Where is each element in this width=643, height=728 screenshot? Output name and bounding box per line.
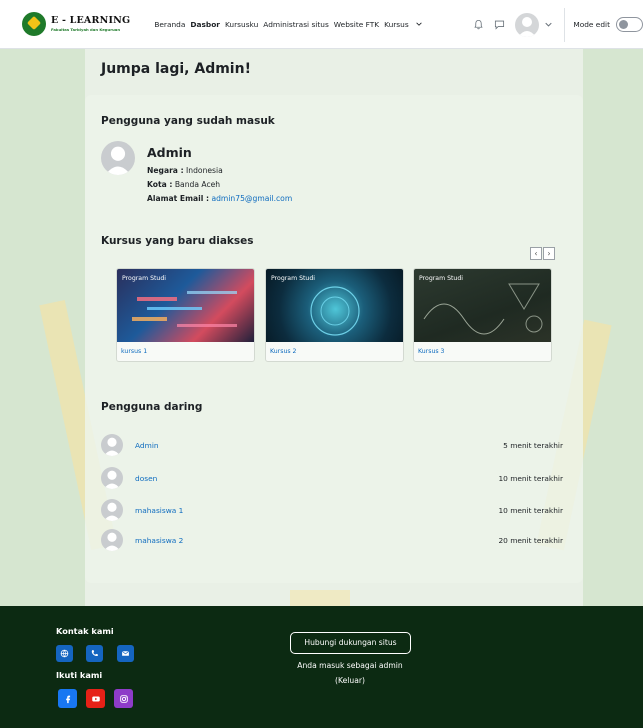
site-logo[interactable]: E - LEARNING Fakultas Tarbiyah dan Kegur… <box>22 12 130 36</box>
logged-in-user-name[interactable]: Admin <box>147 145 192 160</box>
nav-website-ftk[interactable]: Website FTK <box>334 20 379 29</box>
top-navbar: E - LEARNING Fakultas Tarbiyah dan Kegur… <box>0 0 643 49</box>
navbar-divider <box>564 7 566 42</box>
list-item: mahasiswa 2 20 menit terakhir <box>101 529 563 551</box>
carousel-prev-button[interactable]: ‹ <box>530 247 542 260</box>
user-avatar[interactable] <box>101 434 123 456</box>
city-label: Kota : <box>147 180 173 189</box>
course-card[interactable]: Program Studi kursus 1 <box>116 268 255 362</box>
email-button[interactable] <box>117 645 134 662</box>
list-item: dosen 10 menit terakhir <box>101 467 563 489</box>
facebook-button[interactable] <box>58 689 77 708</box>
city-value: Banda Aceh <box>174 180 221 189</box>
facebook-icon <box>65 695 70 703</box>
contact-support-button[interactable]: Hubungi dukungan situs <box>290 632 411 654</box>
last-access-time: 10 menit terakhir <box>498 505 563 515</box>
online-users-title: Pengguna daring <box>101 401 203 413</box>
user-avatar[interactable] <box>101 499 123 521</box>
course-name[interactable]: Kursus 3 <box>418 348 445 355</box>
youtube-icon <box>91 696 100 701</box>
primary-nav: Beranda Dasbor Kursusku Administrasi sit… <box>154 20 427 29</box>
nav-kursus-label: Kursus <box>384 19 409 29</box>
online-user-name[interactable]: dosen <box>135 474 157 483</box>
course-carousel-controls: ‹ › <box>530 247 555 260</box>
envelope-icon <box>121 650 130 656</box>
country-value: Indonesia <box>186 166 223 175</box>
user-avatar[interactable] <box>515 12 540 37</box>
logo-emblem-icon <box>22 12 46 36</box>
course-category: Program Studi <box>122 275 166 282</box>
admin-avatar[interactable] <box>101 141 135 175</box>
course-card[interactable]: Program Studi Kursus 3 <box>413 268 552 362</box>
carousel-next-button[interactable]: › <box>543 247 555 260</box>
follow-title: Ikuti kami <box>56 670 103 680</box>
email-link[interactable]: admin75@gmail.com <box>211 194 292 203</box>
logged-in-as-text: Anda masuk sebagai admin <box>297 661 403 670</box>
page-title: Jumpa lagi, Admin! <box>101 61 251 77</box>
country-label: Negara : <box>147 166 184 175</box>
nav-kursusku[interactable]: Kursusku <box>225 20 258 29</box>
phone-button[interactable] <box>86 645 103 662</box>
course-name[interactable]: kursus 1 <box>121 348 147 355</box>
nav-administrasi-situs[interactable]: Administrasi situs <box>263 20 329 29</box>
youtube-button[interactable] <box>86 689 105 708</box>
edit-mode-toggle[interactable] <box>616 17 643 32</box>
email-label: Alamat Email : <box>147 194 210 203</box>
course-card[interactable]: Program Studi Kursus 2 <box>265 268 404 362</box>
email-line: Alamat Email : admin75@gmail.com <box>147 194 292 203</box>
phone-icon <box>91 650 98 657</box>
online-user-name[interactable]: mahasiswa 2 <box>135 536 183 545</box>
logo-subtitle: Fakultas Tarbiyah dan Keguruan <box>51 26 121 32</box>
chat-icon[interactable] <box>494 19 505 30</box>
chevron-down-icon <box>416 22 422 26</box>
recent-courses-title: Kursus yang baru diakses <box>101 235 254 247</box>
list-item: mahasiswa 1 10 menit terakhir <box>101 499 563 521</box>
user-avatar[interactable] <box>101 467 123 489</box>
contact-title: Kontak kami <box>56 626 114 636</box>
last-access-time: 5 menit terakhir <box>503 440 563 450</box>
bell-icon[interactable] <box>473 19 484 30</box>
city-line: Kota : Banda Aceh <box>147 180 220 189</box>
nav-dasbor[interactable]: Dasbor <box>190 20 220 29</box>
nav-kursus[interactable]: Kursus <box>384 20 422 29</box>
instagram-icon <box>119 694 128 703</box>
nav-beranda[interactable]: Beranda <box>154 20 185 29</box>
globe-icon <box>60 649 69 658</box>
logout-link[interactable]: (Keluar) <box>230 676 470 685</box>
course-name[interactable]: Kursus 2 <box>270 348 297 355</box>
last-access-time: 10 menit terakhir <box>498 473 563 483</box>
user-menu-chevron-icon[interactable] <box>545 21 552 28</box>
course-category: Program Studi <box>271 275 315 282</box>
online-user-name[interactable]: Admin <box>135 441 159 450</box>
whatsapp-button[interactable] <box>56 645 73 662</box>
edit-mode-label: Mode edit <box>573 20 610 29</box>
logged-in-users-title: Pengguna yang sudah masuk <box>101 115 275 127</box>
course-category: Program Studi <box>419 275 463 282</box>
last-access-time: 20 menit terakhir <box>498 535 563 545</box>
online-user-name[interactable]: mahasiswa 1 <box>135 506 183 515</box>
user-avatar[interactable] <box>101 529 123 551</box>
logo-title: E - LEARNING <box>51 15 131 27</box>
country-line: Negara : Indonesia <box>147 166 223 175</box>
list-item: Admin 5 menit terakhir <box>101 434 563 456</box>
instagram-button[interactable] <box>114 689 133 708</box>
